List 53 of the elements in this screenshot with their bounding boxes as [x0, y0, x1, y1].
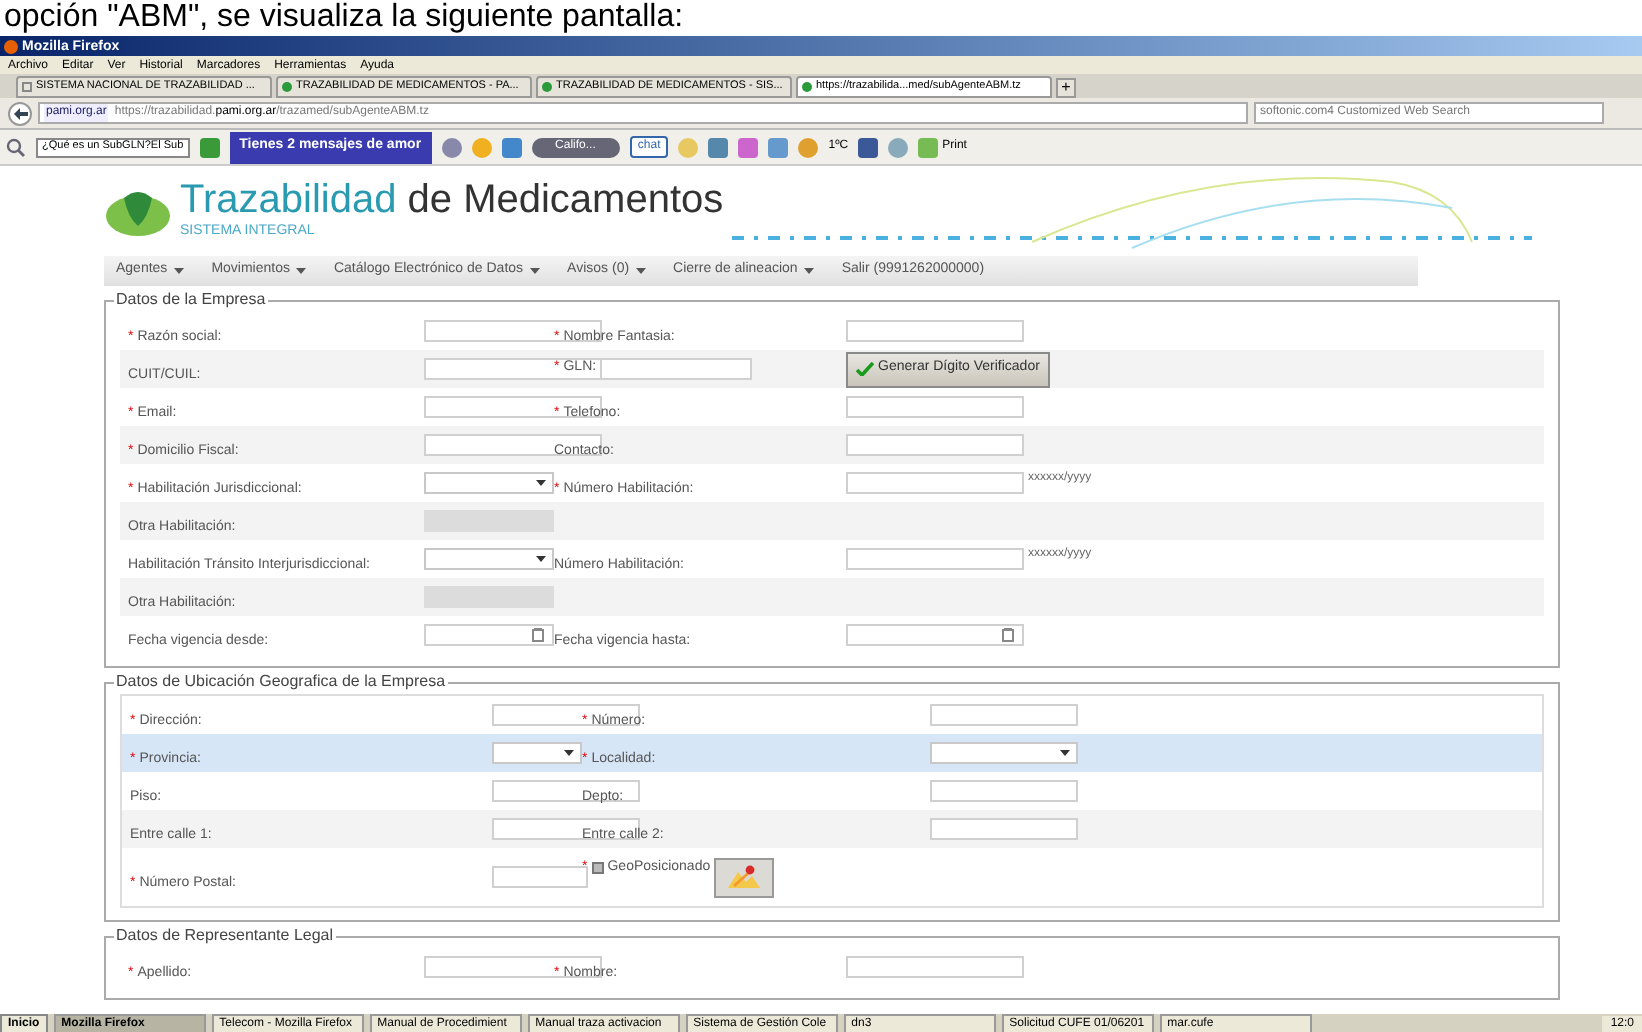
text-field[interactable]	[492, 704, 640, 726]
new-tab-button[interactable]: +	[1056, 78, 1076, 98]
app-icon[interactable]	[858, 137, 879, 157]
app-icon[interactable]	[708, 137, 729, 157]
checkmark-icon	[856, 362, 874, 376]
caret-icon	[1060, 750, 1070, 756]
text-field[interactable]	[846, 472, 1024, 494]
caret-icon	[536, 480, 546, 486]
calendar-icon	[1002, 628, 1014, 642]
text-field[interactable]	[600, 358, 753, 380]
search-icon[interactable]	[6, 137, 26, 157]
checkbox[interactable]	[591, 861, 604, 873]
text-field[interactable]	[930, 818, 1078, 840]
caret-icon	[536, 556, 546, 562]
section-title: Datos de Representante Legal	[114, 926, 336, 946]
firefox-logo-icon	[4, 39, 18, 53]
caret-icon	[635, 268, 646, 274]
date-field[interactable]	[846, 624, 1024, 646]
text-field[interactable]	[930, 704, 1078, 726]
text-field[interactable]	[846, 396, 1024, 418]
document-text: opción "ABM", se visualiza la siguiente pantalla:	[4, 0, 684, 36]
caret-icon	[173, 268, 184, 274]
text-field[interactable]	[492, 780, 640, 802]
dropdown-field[interactable]	[492, 742, 582, 764]
text-field[interactable]	[846, 320, 1024, 342]
app-icon[interactable]	[199, 137, 220, 157]
dropdown-field[interactable]	[424, 472, 554, 494]
text-field[interactable]	[846, 548, 1024, 570]
text-field[interactable]	[846, 956, 1024, 978]
back-arrow-icon	[13, 107, 27, 119]
caret-icon	[295, 268, 306, 274]
app-icon[interactable]	[768, 137, 789, 157]
caret-icon	[564, 750, 574, 756]
text-field[interactable]	[930, 780, 1078, 802]
caret-icon	[529, 268, 540, 274]
app-icon[interactable]	[441, 137, 462, 157]
text-field[interactable]	[424, 358, 602, 380]
section-title: Datos de Ubicación Geografica de la Empresa	[114, 672, 448, 692]
map-button[interactable]	[714, 857, 775, 897]
text-field[interactable]	[492, 866, 588, 888]
app-icon[interactable]	[738, 137, 759, 157]
app-icon[interactable]	[501, 137, 522, 157]
calendar-icon	[532, 628, 544, 642]
dropdown-field[interactable]	[424, 548, 554, 570]
dropdown-field[interactable]	[930, 742, 1078, 764]
text-field[interactable]	[846, 434, 1024, 456]
date-field[interactable]	[424, 624, 554, 646]
page-icon	[22, 82, 32, 92]
app-title: Trazabilidad de Medicamentos	[180, 178, 724, 223]
section-title: Datos de la Empresa	[114, 290, 268, 310]
map-pin-icon	[726, 864, 763, 890]
back-button[interactable]	[8, 101, 32, 125]
caret-icon	[803, 268, 814, 274]
